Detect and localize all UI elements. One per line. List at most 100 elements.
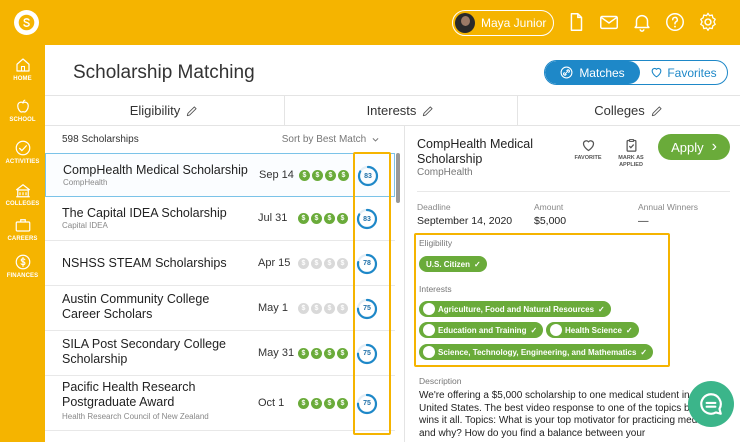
college-icon: [15, 184, 30, 198]
mail-icon[interactable]: [598, 11, 620, 33]
sidebar-item-label: CAREERS: [7, 236, 38, 242]
interests-label: Interests: [419, 284, 452, 294]
scholarship-name: NSHSS STEAM Scholarships: [62, 255, 227, 270]
sidebar-item-colleges[interactable]: COLLEGES: [0, 181, 45, 207]
pencil-icon: [187, 105, 197, 116]
award-level: $ $ $ $: [299, 170, 349, 181]
pencil-icon: [651, 105, 662, 116]
top-bar: Maya Junior: [0, 0, 740, 45]
dollar-coin-icon: $: [337, 302, 348, 314]
deadline-date: Oct 1: [258, 396, 285, 409]
tab-eligibility[interactable]: Eligibility: [45, 96, 285, 125]
view-toggle: Matches Favorites: [544, 60, 728, 85]
sort-label: Sort by Best Match: [281, 134, 367, 145]
list-item[interactable]: NSHSS STEAM Scholarships Apr 15 $ $ $ $ 78: [45, 241, 395, 286]
list-item[interactable]: Pacific Health Research Postgraduate Awa…: [45, 376, 395, 431]
list-header: 598 Scholarships Sort by Best Match: [45, 126, 397, 153]
sidebar: HOME SCHOOL ACTIVITIES COLLEGES CAREERS …: [0, 45, 45, 442]
dollar-coin-icon: $: [298, 302, 309, 314]
dollar-coin-icon: $: [298, 397, 309, 409]
sidebar-item-school[interactable]: SCHOOL: [0, 97, 45, 123]
sort-dropdown[interactable]: Sort by Best Match: [282, 134, 380, 145]
list-scrollbar[interactable]: [396, 153, 400, 203]
favorite-button[interactable]: FAVORITE: [568, 138, 608, 162]
dollar-coin-icon: $: [325, 170, 336, 181]
list-item[interactable]: The Capital IDEA Scholarship Capital IDEA…: [45, 197, 395, 241]
tag-label: Agriculture, Food and Natural Resources: [438, 304, 595, 314]
scholarship-organization: Capital IDEA: [62, 221, 108, 230]
sidebar-item-activities[interactable]: ACTIVITIES: [0, 139, 45, 165]
sidebar-item-finances[interactable]: FINANCES: [0, 253, 45, 279]
link-icon: [560, 66, 573, 79]
scholarship-name: SILA Post Secondary College Scholarship: [62, 337, 226, 366]
dollar-coin-icon: $: [299, 170, 310, 181]
check-circle-icon: [15, 140, 30, 156]
check-icon: ✓: [598, 304, 605, 314]
tab-interests[interactable]: Interests: [285, 96, 518, 125]
graduation-cap-icon: [423, 324, 435, 336]
interest-tag[interactable]: Agriculture, Food and Natural Resources …: [419, 301, 611, 317]
sidebar-item-careers[interactable]: CAREERS: [0, 216, 45, 242]
detail-organization: CompHealth: [417, 167, 473, 178]
page-title: Scholarship Matching: [73, 62, 255, 83]
check-icon: ✓: [640, 347, 648, 357]
gear-icon[interactable]: [697, 11, 719, 33]
award-level: $ $ $ $: [298, 302, 348, 314]
detail-title: CompHealth Medical Scholarship: [417, 137, 534, 166]
sidebar-item-home[interactable]: HOME: [0, 56, 45, 82]
dollar-coin-icon: $: [324, 347, 335, 359]
tag-label: Science, Technology, Engineering, and Ma…: [438, 347, 637, 357]
dollar-coin-icon: $: [337, 397, 348, 409]
matches-toggle-button[interactable]: Matches: [545, 61, 640, 84]
tag-label: Education and Training: [438, 325, 527, 335]
rocket-icon: [423, 346, 435, 358]
deadline-date: Apr 15: [258, 256, 291, 269]
favorite-label: FAVORITE: [574, 155, 602, 161]
tab-label: Eligibility: [129, 103, 181, 118]
chevron-right-icon: ›: [711, 138, 717, 155]
favorites-toggle-button[interactable]: Favorites: [640, 61, 727, 84]
agriculture-icon: [423, 303, 435, 315]
interest-tag[interactable]: Health Science ✓: [546, 322, 639, 338]
chevron-down-icon: [372, 137, 379, 142]
interest-tag[interactable]: Education and Training ✓: [419, 322, 544, 338]
dollar-coin-icon: $: [311, 397, 322, 409]
tag-label: Health Science: [565, 325, 622, 335]
list-item[interactable]: SILA Post Secondary College Scholarship M…: [45, 331, 395, 376]
eligibility-tag[interactable]: U.S. Citizen ✓: [419, 256, 487, 272]
deadline-label: Deadline: [417, 202, 451, 212]
matches-label: Matches: [579, 65, 625, 80]
health-icon: [550, 324, 562, 336]
help-icon[interactable]: [664, 11, 686, 33]
chat-button[interactable]: [688, 381, 734, 427]
check-icon: ✓: [625, 325, 633, 335]
sidebar-item-label: COLLEGES: [5, 201, 40, 207]
dollar-coin-icon: $: [338, 170, 349, 181]
favorites-label: Favorites: [667, 65, 717, 80]
score-highlight-box: [353, 152, 391, 435]
interest-tag[interactable]: Science, Technology, Engineering, and Ma…: [419, 344, 654, 360]
description-text: We're offering a $5,000 scholarship to o…: [419, 390, 718, 439]
document-icon[interactable]: [565, 11, 587, 33]
sidebar-item-label: ACTIVITIES: [5, 159, 40, 165]
app-logo[interactable]: [14, 10, 39, 35]
mark-applied-button[interactable]: MARK AS APPLIED: [611, 138, 651, 169]
award-level: $ $ $ $: [298, 347, 348, 359]
amount-value: $5,000: [534, 215, 567, 227]
dollar-coin-icon: $: [298, 213, 309, 224]
list-item[interactable]: Austin Community College Career Scholars…: [45, 286, 395, 331]
bell-icon[interactable]: [631, 11, 653, 33]
award-level: $ $ $ $: [298, 397, 348, 409]
deadline-date: May 1: [258, 301, 288, 314]
list-item[interactable]: CompHealth Medical Scholarship CompHealth…: [45, 153, 395, 197]
dollar-coin-icon: $: [324, 302, 335, 314]
chat-icon: [700, 393, 722, 415]
tab-colleges[interactable]: Colleges: [518, 96, 740, 125]
dollar-coin-icon: $: [311, 347, 322, 359]
winners-value: —: [638, 215, 649, 227]
dollar-coin-icon: $: [324, 213, 335, 224]
apply-button[interactable]: Apply ›: [658, 134, 730, 160]
user-menu[interactable]: Maya Junior: [452, 10, 554, 36]
dollar-coin-icon: $: [298, 257, 309, 269]
description-label: Description: [419, 376, 462, 386]
